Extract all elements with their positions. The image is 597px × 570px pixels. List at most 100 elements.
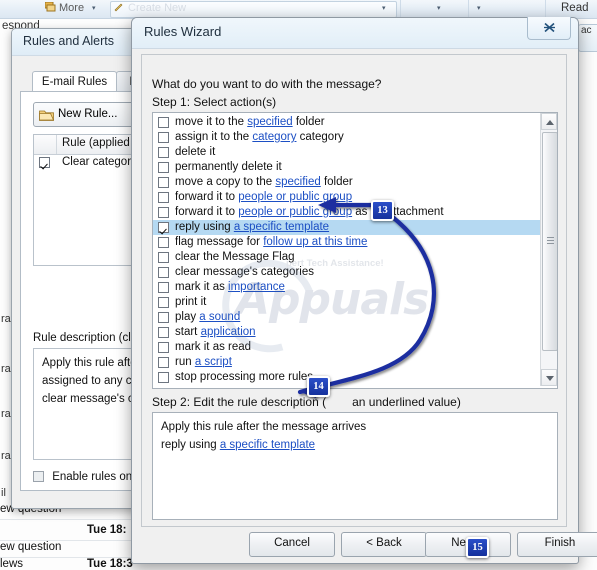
action-label: move a copy to the specified folder [175, 176, 353, 188]
action-label: reply using a specific template [175, 221, 330, 233]
action-label: mark it as importance [175, 281, 285, 293]
action-list-item[interactable]: forward it to people or public group [153, 190, 541, 205]
action-checkbox[interactable] [158, 342, 169, 355]
action-list-item[interactable]: mark it as importance [153, 280, 541, 295]
specific-template-link[interactable]: a specific template [220, 439, 315, 451]
action-checkbox[interactable] [158, 312, 169, 325]
action-value-link[interactable]: category [252, 131, 296, 143]
action-label: mark it as read [175, 341, 252, 353]
action-list-item[interactable]: stop processing more rules [153, 370, 541, 385]
action-list-item[interactable]: play a sound [153, 310, 541, 325]
rule-enabled-checkbox[interactable] [39, 157, 50, 170]
actions-list[interactable]: move it to the specified folder assign it… [152, 112, 558, 389]
action-checkbox[interactable] [158, 282, 169, 295]
scroll-down-button[interactable] [541, 369, 557, 386]
chevron-up-icon [546, 120, 554, 125]
action-checkbox[interactable] [158, 162, 169, 175]
scrollbar-thumb[interactable] [542, 132, 557, 351]
rule-description-line-2: reply using a specific template [161, 439, 315, 451]
action-value-link[interactable]: a specific template [234, 221, 329, 233]
tab-email-rules[interactable]: E-mail Rules [32, 71, 117, 93]
annotation-badge-15: 15 [466, 537, 489, 558]
action-label: print it [175, 296, 207, 308]
action-list-item[interactable]: delete it [153, 145, 541, 160]
action-value-link[interactable]: people or public group [238, 206, 352, 218]
action-checkbox[interactable] [158, 222, 169, 235]
action-value-link[interactable]: people or public group [238, 191, 352, 203]
enable-rules-checkbox[interactable] [33, 471, 44, 484]
enable-rules-row[interactable]: Enable rules on a [33, 470, 142, 483]
action-list-item[interactable]: clear the Message Flag [153, 250, 541, 265]
action-label: play a sound [175, 311, 241, 323]
rule-description-line: clear message's ca [42, 393, 141, 405]
wizard-step2-label-before: Step 2: Edit the rule description ( [152, 395, 327, 409]
action-label: clear message's categories [175, 266, 314, 278]
actions-list-scrollbar[interactable] [540, 113, 557, 386]
ribbon-caret-2-icon[interactable]: ▾ [437, 4, 441, 12]
action-label: permanently delete it [175, 161, 282, 173]
wizard-titlebar[interactable]: Rules Wizard [132, 18, 578, 49]
create-new-caret-icon[interactable]: ▾ [382, 4, 386, 12]
action-checkbox[interactable] [158, 192, 169, 205]
action-checkbox[interactable] [158, 297, 169, 310]
action-list-item[interactable]: clear message's categories [153, 265, 541, 280]
action-checkbox[interactable] [158, 327, 169, 340]
action-list-item[interactable]: move it to the specified folder [153, 115, 541, 130]
action-list-item[interactable]: start application [153, 325, 541, 340]
create-new-icon [114, 3, 123, 12]
action-checkbox[interactable] [158, 237, 169, 250]
action-list-item[interactable]: permanently delete it [153, 160, 541, 175]
action-label: stop processing more rules [175, 371, 314, 383]
action-checkbox[interactable] [158, 117, 169, 130]
finish-button[interactable]: Finish [517, 532, 597, 557]
annotation-badge-13: 13 [371, 200, 394, 221]
more-caret-icon[interactable]: ▾ [92, 4, 96, 12]
action-value-link[interactable]: a sound [199, 311, 240, 323]
list-item-time: Tue 18:3 [87, 558, 133, 570]
action-value-link[interactable]: specified [247, 116, 292, 128]
action-checkbox[interactable] [158, 267, 169, 280]
rule-description-line-1: Apply this rule after the message arrive… [161, 421, 367, 433]
action-list-item[interactable]: run a script [153, 355, 541, 370]
new-rule-button[interactable]: New Rule... [33, 102, 140, 127]
action-checkbox[interactable] [158, 147, 169, 160]
wizard-step1-label: Step 1: Select action(s) [152, 95, 277, 109]
rules-wizard-dialog[interactable]: Rules Wizard What do you want to do with… [131, 17, 597, 564]
action-list-item[interactable]: assign it to the category category [153, 130, 541, 145]
action-list-item[interactable]: move a copy to the specified folder [153, 175, 541, 190]
action-checkbox[interactable] [158, 177, 169, 190]
list-item[interactable]: ew question [0, 541, 61, 553]
scroll-up-button[interactable] [541, 113, 557, 130]
action-value-link[interactable]: importance [228, 281, 285, 293]
action-value-link[interactable]: a script [195, 356, 232, 368]
cancel-button[interactable]: Cancel [249, 532, 335, 557]
more-label[interactable]: More [59, 2, 84, 14]
action-checkbox[interactable] [158, 252, 169, 265]
rules-grid-header-label: Rule (applied in [62, 137, 142, 149]
right-partial-tab[interactable]: ac [578, 24, 597, 52]
action-list-item[interactable]: print it [153, 295, 541, 310]
action-list-item[interactable]: forward it to people or public group as … [153, 205, 541, 220]
action-list-item[interactable]: mark it as read [153, 340, 541, 355]
action-checkbox[interactable] [158, 372, 169, 385]
rules-alerts-title: Rules and Alerts [23, 34, 115, 48]
close-icon[interactable] [527, 17, 571, 40]
action-checkbox[interactable] [158, 132, 169, 145]
action-value-link[interactable]: application [201, 326, 256, 338]
action-value-link[interactable]: specified [275, 176, 320, 188]
snippet-text-4: ra [1, 450, 11, 462]
annotation-badge-14: 14 [307, 376, 330, 397]
new-rule-label: New Rule... [58, 108, 118, 120]
action-checkbox[interactable] [158, 357, 169, 370]
list-item[interactable]: lews [0, 558, 23, 570]
action-checkbox[interactable] [158, 207, 169, 220]
action-list-item[interactable]: flag message for follow up at this time [153, 235, 541, 250]
ribbon-caret-3-icon[interactable]: ▾ [477, 4, 481, 12]
action-value-link[interactable]: follow up at this time [263, 236, 367, 248]
wizard-panel: What do you want to do with the message?… [141, 54, 567, 527]
more-icon[interactable] [44, 1, 56, 12]
rule-description-editor[interactable]: Apply this rule after the message arrive… [152, 412, 558, 520]
wizard-step2-label: Step 2: Edit the rule description (an un… [152, 395, 461, 409]
back-button[interactable]: < Back [341, 532, 427, 557]
action-list-item[interactable]: reply using a specific template [153, 220, 541, 235]
